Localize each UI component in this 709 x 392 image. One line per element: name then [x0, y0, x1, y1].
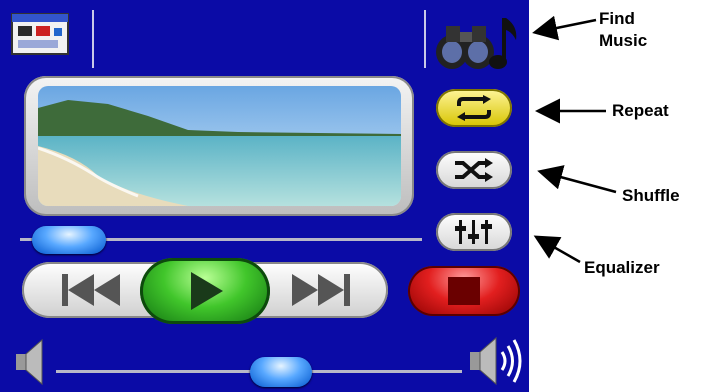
find-music-label-line2: Music [599, 31, 648, 50]
previous-button[interactable] [56, 272, 126, 308]
library-button[interactable] [8, 8, 74, 64]
shuffle-label: Shuffle [622, 186, 680, 205]
find-music-label: Find Music [599, 8, 647, 52]
beach-scene-image [38, 86, 401, 206]
top-divider-right [424, 10, 426, 68]
shuffle-button[interactable] [436, 151, 512, 189]
previous-track-icon [62, 274, 120, 306]
speaker-low-icon [16, 338, 43, 386]
stop-icon [448, 277, 480, 305]
repeat-icon [457, 95, 491, 121]
find-music-arrow [532, 15, 597, 41]
binoculars-music-note-icon [436, 18, 517, 69]
speaker-high-icon [470, 336, 522, 386]
equalizer-button[interactable] [436, 213, 512, 251]
find-music-label-line1: Find [599, 9, 635, 28]
shuffle-arrow [537, 165, 617, 194]
equalizer-icon [455, 220, 492, 244]
equalizer-arrow [533, 235, 581, 264]
repeat-button[interactable] [436, 89, 512, 127]
top-divider-left [92, 10, 94, 68]
volume-knob[interactable] [250, 357, 312, 387]
next-track-icon [292, 274, 350, 306]
music-player [0, 0, 529, 392]
play-button[interactable] [140, 258, 270, 324]
stop-button[interactable] [408, 266, 520, 316]
shuffle-icon [455, 158, 493, 182]
album-window-icon [11, 13, 69, 55]
volume-low-button[interactable] [10, 334, 50, 390]
find-music-button[interactable] [432, 12, 524, 74]
repeat-label: Repeat [612, 101, 669, 120]
next-button[interactable] [286, 272, 356, 308]
play-icon [191, 272, 223, 310]
equalizer-label: Equalizer [584, 258, 660, 277]
volume-high-button[interactable] [466, 332, 526, 390]
progress-knob[interactable] [32, 226, 107, 254]
video-display[interactable] [38, 86, 401, 206]
